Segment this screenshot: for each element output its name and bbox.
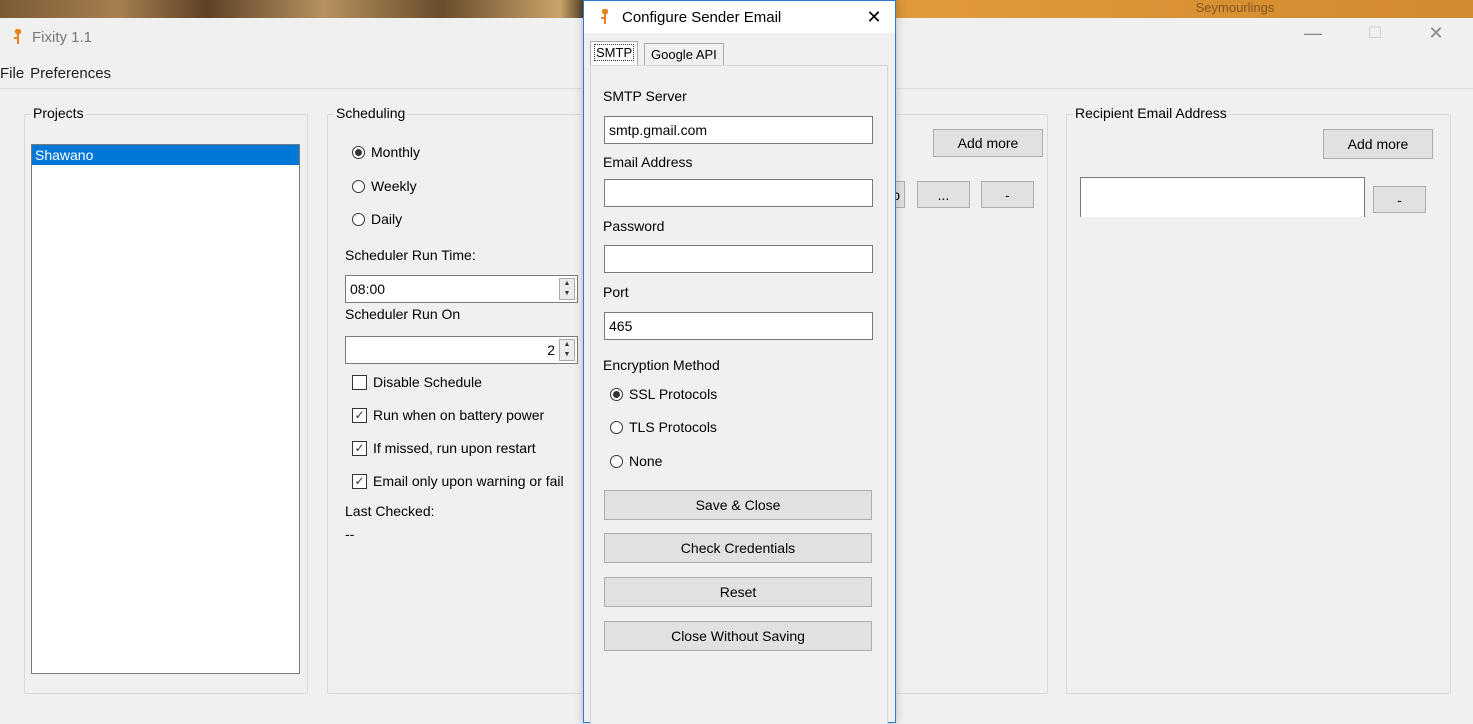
radio-monthly-indicator <box>352 145 365 159</box>
port-value: 465 <box>609 318 633 334</box>
run-on-value: 2 <box>547 342 555 358</box>
check-disable-schedule-box <box>352 374 367 390</box>
run-time-input[interactable]: 08:00 ▲ ▼ <box>345 275 578 303</box>
password-label: Password <box>603 218 665 234</box>
check-disable-schedule-label: Disable Schedule <box>373 374 482 390</box>
run-time-spinner[interactable]: ▲ ▼ <box>559 278 575 300</box>
tab-smtp-label: SMTP <box>593 44 635 61</box>
run-on-label: Scheduler Run On <box>345 306 461 322</box>
port-label: Port <box>603 284 629 300</box>
menu-preferences[interactable]: Preferences <box>30 65 111 82</box>
configure-sender-email-dialog: Configure Sender Email ✕ SMTP Google API… <box>583 0 896 724</box>
password-input[interactable] <box>604 245 873 273</box>
dialog-close-button[interactable]: ✕ <box>854 3 894 31</box>
radio-none[interactable]: None <box>610 449 662 473</box>
directories-browse-button[interactable]: ... <box>917 181 970 208</box>
close-without-saving-button[interactable]: Close Without Saving <box>604 621 872 651</box>
radio-ssl-label: SSL Protocols <box>629 386 718 402</box>
radio-daily-label: Daily <box>371 211 403 227</box>
directories-add-more-button[interactable]: Add more <box>933 129 1043 157</box>
check-battery-power-box: ✓ <box>352 407 367 423</box>
save-close-button[interactable]: Save & Close <box>604 490 872 520</box>
window-title: Fixity 1.1 <box>32 28 93 46</box>
check-email-warning-label: Email only upon warning or fail <box>373 473 564 489</box>
check-battery-power-label: Run when on battery power <box>373 407 545 423</box>
port-input[interactable]: 465 <box>604 312 873 340</box>
directories-remove-button[interactable]: - <box>981 181 1034 208</box>
radio-daily-indicator <box>352 212 365 226</box>
radio-weekly-label: Weekly <box>371 178 417 194</box>
check-email-warning-box: ✓ <box>352 473 367 489</box>
tab-smtp[interactable]: SMTP <box>590 41 639 65</box>
reset-button[interactable]: Reset <box>604 577 872 607</box>
email-address-label: Email Address <box>603 154 693 170</box>
menu-file[interactable]: File <box>0 65 24 82</box>
radio-none-label: None <box>629 453 663 469</box>
recipient-remove-button[interactable]: - <box>1373 186 1426 213</box>
maximize-button[interactable]: ☐ <box>1352 18 1398 48</box>
last-checked-value: -- <box>345 526 355 542</box>
check-credentials-button[interactable]: Check Credentials <box>604 533 872 563</box>
radio-monthly[interactable]: Monthly <box>352 140 420 164</box>
scheduling-label: Scheduling <box>334 105 408 121</box>
radio-tls-label: TLS Protocols <box>629 419 717 435</box>
email-address-input[interactable] <box>604 179 873 207</box>
recipient-label: Recipient Email Address <box>1073 105 1229 121</box>
fixity-app-icon <box>14 29 21 44</box>
tab-google-api[interactable]: Google API <box>644 43 724 65</box>
recipient-email-input[interactable] <box>1080 177 1365 217</box>
smtp-server-input[interactable]: smtp.gmail.com <box>604 116 873 144</box>
dialog-title-bar: Configure Sender Email <box>584 1 895 33</box>
run-time-label: Scheduler Run Time: <box>345 247 476 263</box>
minimize-button[interactable]: — <box>1290 18 1336 48</box>
dialog-title: Configure Sender Email <box>622 8 782 26</box>
encryption-method-label: Encryption Method <box>603 357 720 373</box>
check-email-warning[interactable]: ✓ Email only upon warning or fail <box>352 469 583 493</box>
radio-daily[interactable]: Daily <box>352 207 402 231</box>
menu-bar: File Preferences <box>0 62 117 84</box>
radio-ssl[interactable]: SSL Protocols <box>610 382 717 406</box>
run-on-input[interactable]: 2 ▲ ▼ <box>345 336 578 364</box>
close-button[interactable]: ✕ <box>1413 18 1459 48</box>
project-item-shawano[interactable]: Shawano <box>32 145 299 165</box>
radio-monthly-label: Monthly <box>371 144 421 160</box>
radio-ssl-indicator <box>610 387 623 401</box>
smtp-server-label: SMTP Server <box>603 88 687 104</box>
run-on-spinner[interactable]: ▲ ▼ <box>559 339 575 361</box>
check-missed-restart-box: ✓ <box>352 440 367 456</box>
desktop-background-text: Seymourlings <box>1195 0 1275 15</box>
last-checked-label: Last Checked: <box>345 503 435 519</box>
smtp-server-value: smtp.gmail.com <box>609 122 708 138</box>
check-disable-schedule[interactable]: Disable Schedule <box>352 370 482 394</box>
radio-tls[interactable]: TLS Protocols <box>610 415 717 439</box>
recipient-add-more-button[interactable]: Add more <box>1323 129 1433 159</box>
radio-weekly-indicator <box>352 179 365 193</box>
run-time-value: 08:00 <box>350 281 386 297</box>
check-missed-restart[interactable]: ✓ If missed, run upon restart <box>352 436 536 460</box>
projects-list[interactable]: Shawano <box>31 144 300 674</box>
radio-tls-indicator <box>610 420 623 434</box>
check-missed-restart-label: If missed, run upon restart <box>373 440 536 456</box>
radio-none-indicator <box>610 454 623 468</box>
dialog-app-icon <box>601 9 608 24</box>
title-bar: Fixity 1.1 <box>10 24 310 50</box>
check-battery-power[interactable]: ✓ Run when on battery power <box>352 403 544 427</box>
radio-weekly[interactable]: Weekly <box>352 174 417 198</box>
projects-label: Projects <box>31 105 86 121</box>
